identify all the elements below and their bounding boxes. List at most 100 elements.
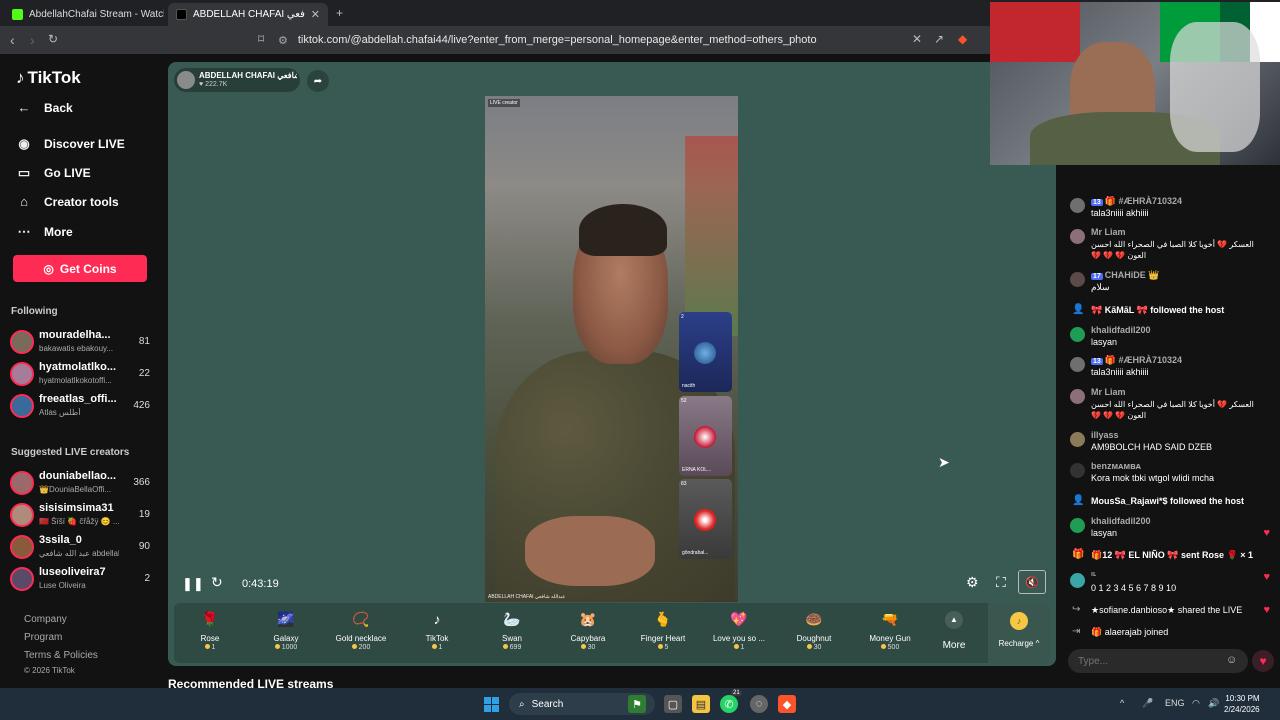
brave-shield-icon[interactable]: ◆ — [958, 32, 967, 46]
tiktok-logo[interactable]: ♪ TikTok — [16, 68, 81, 88]
suggested-account[interactable]: luseoliveira7 Luse Oliveira 2 — [10, 565, 150, 593]
join-icon: ⇥ — [1072, 626, 1081, 637]
tab-tiktok[interactable]: ABDELLAH CHAFAI عبدالله شافعي ✕ — [168, 3, 328, 26]
share-icon: ↪ — [1072, 604, 1081, 615]
whatsapp-icon[interactable]: ✆ — [720, 695, 738, 713]
avatar — [1070, 272, 1085, 287]
brave-browser-icon[interactable]: ◆ — [778, 695, 796, 713]
share-arrow-icon: ➦ — [313, 75, 323, 87]
wifi-icon[interactable]: ◠ — [1192, 698, 1200, 709]
guest-tile[interactable]: 52 ERNA KOL... — [679, 396, 732, 476]
follow-icon: 👤 — [1072, 304, 1085, 315]
translate-icon[interactable]: ✕ — [912, 32, 922, 46]
ellipsis-icon: ⋯ — [17, 224, 31, 239]
windows-start-icon[interactable] — [484, 697, 499, 712]
new-tab-button[interactable]: + — [336, 6, 343, 20]
avatar — [1070, 518, 1085, 533]
mute-button[interactable]: 🔇 — [1018, 570, 1046, 594]
clock[interactable]: 10:30 PM 2/24/2026 — [1224, 693, 1260, 715]
more-gifts-button[interactable]: ▲ More — [936, 611, 972, 651]
streamer-hair — [579, 204, 667, 256]
guest-tile[interactable]: 2 nacith — [679, 312, 732, 392]
recharge-button[interactable]: ♪ Recharge ^ — [988, 603, 1050, 663]
avatar — [10, 330, 34, 354]
gift-item[interactable]: 🔫 Money Gun 500 — [854, 607, 926, 661]
live-video[interactable]: LIVE creator ABDELLAH CHAFAI عبدالله شاف… — [485, 96, 738, 602]
file-explorer-icon[interactable]: ▤ — [692, 695, 710, 713]
account-subtitle: Atlas أطلس — [39, 408, 81, 417]
suggested-account[interactable]: douniabellao... 👑DouniaBellaOffi... 366 — [10, 469, 150, 497]
gift-item[interactable]: 🌹 Rose 1 — [174, 607, 246, 661]
app-icon[interactable]: ◌ — [750, 695, 768, 713]
tab-title: AbdellahChafai Stream - Watch Live — [29, 9, 164, 20]
flag-widget-icon[interactable]: ⚑ — [628, 695, 646, 713]
heart-gift-icon: 💖 — [730, 611, 748, 627]
back-link[interactable]: ← Back — [16, 100, 73, 115]
gift-item[interactable]: 🫰 Finger Heart 5 — [627, 607, 699, 661]
gift-item[interactable]: ♪ TikTok 1 — [401, 607, 473, 661]
gift-item[interactable]: 🌌 Galaxy 1000 — [250, 607, 322, 661]
back-arrow-icon[interactable]: ‹ — [10, 32, 15, 48]
footer-program[interactable]: Program — [24, 632, 62, 643]
avatar — [1070, 357, 1085, 372]
finger-heart-icon: 🫰 — [654, 611, 672, 627]
chevron-up-icon[interactable]: ^ — [1120, 698, 1124, 708]
guest-tile[interactable]: 83 gôndrabal... — [679, 479, 732, 559]
footer-company[interactable]: Company — [24, 614, 67, 625]
share-button[interactable]: ➦ — [307, 70, 329, 92]
suggested-account[interactable]: sisisimsima31 🇲🇦 Šïšï 🍓 ĉřåžÿ 😊 ... 19 — [10, 501, 150, 529]
rose-icon: 🌹 — [201, 611, 219, 627]
close-tab-icon[interactable]: ✕ — [305, 8, 320, 21]
like-button[interactable]: ♥ — [1252, 650, 1274, 672]
following-account[interactable]: freeatlas_offi... Atlas أطلس 426 — [10, 392, 150, 420]
gift-item[interactable]: 🦢 Swan 699 — [476, 607, 548, 661]
fullscreen-icon[interactable]: ⛶ — [996, 574, 1006, 591]
nav-go-live[interactable]: ▭ Go LIVE — [16, 165, 91, 181]
footer-terms[interactable]: Terms & Policies — [24, 650, 98, 661]
following-account[interactable]: hyatmolatlko... hyatmolatlkokotoffi... 2… — [10, 360, 150, 388]
language-indicator[interactable]: ENG — [1165, 698, 1185, 708]
bookmark-icon[interactable]: ⌑ — [258, 32, 264, 46]
url-field[interactable]: ⚙ tiktok.com/@abdellah.chafai44/live?ent… — [278, 30, 978, 50]
forward-arrow-icon[interactable]: › — [30, 32, 35, 48]
settings-icon[interactable]: ⚙ — [966, 574, 979, 591]
host-info[interactable]: ABDELLAH CHAFAI عبدالله شافعي ♥ 222.7K — [174, 68, 300, 92]
microphone-icon[interactable]: 🎤 — [1142, 698, 1153, 709]
floating-heart-icon: ♥ — [1263, 527, 1270, 539]
site-info-icon[interactable]: ⚙ — [278, 34, 288, 47]
avatar — [10, 394, 34, 418]
nav-discover-live[interactable]: ◉ Discover LIVE — [16, 136, 124, 152]
refresh-icon[interactable]: ↻ — [211, 574, 223, 591]
galaxy-icon: 🌌 — [277, 611, 295, 627]
guest-name: gôndrabal... — [682, 550, 709, 556]
nav-creator-tools[interactable]: ⌂ Creator tools — [16, 194, 119, 209]
morocco-flag — [990, 2, 1080, 62]
join-message: ⇥ 🎁 alaerajab joined — [1072, 626, 1169, 637]
gift-item[interactable]: 🍩 Doughnut 30 — [778, 607, 850, 661]
following-account[interactable]: mouradelha... bakawatis ebakouy... 81 — [10, 328, 150, 356]
chat-message: illyass AM9BOLCH HAD SAID DZEB — [1070, 430, 1272, 458]
task-view-icon[interactable]: ▢ — [664, 695, 682, 713]
gift-item[interactable]: 🐹 Capybara 30 — [552, 607, 624, 661]
tab-stream[interactable]: AbdellahChafai Stream - Watch Live — [4, 3, 164, 26]
gift-item[interactable]: 📿 Gold necklace 200 — [325, 607, 397, 661]
chevron-up-icon: ▲ — [945, 611, 963, 629]
account-subtitle: عبد الله شافعي abdellah... — [39, 549, 119, 558]
emoji-icon[interactable]: ☺ — [1226, 654, 1237, 666]
reload-icon[interactable]: ↻ — [48, 32, 58, 46]
tiktok-icon — [176, 9, 187, 20]
volume-icon[interactable]: 🔊 — [1208, 698, 1219, 709]
suggested-title: Suggested LIVE creators — [11, 447, 130, 458]
suggested-account[interactable]: 3ssila_0 عبد الله شافعي abdellah... 90 — [10, 533, 150, 561]
pause-icon[interactable]: ❚❚ — [182, 576, 204, 592]
share-icon[interactable]: ↗ — [934, 32, 944, 46]
tiktok-gift-icon: ♪ — [433, 611, 441, 627]
gift-item[interactable]: 💖 Love you so ... 1 — [703, 607, 775, 661]
chat-input[interactable] — [1068, 649, 1248, 673]
avatar — [1070, 389, 1085, 404]
live-tag: LIVE creator — [488, 99, 520, 107]
account-name: hyatmolatlko... — [39, 361, 117, 373]
swan-icon: 🦢 — [503, 611, 521, 627]
get-coins-button[interactable]: ◎ Get Coins — [13, 255, 147, 282]
nav-more[interactable]: ⋯ More — [16, 224, 73, 240]
